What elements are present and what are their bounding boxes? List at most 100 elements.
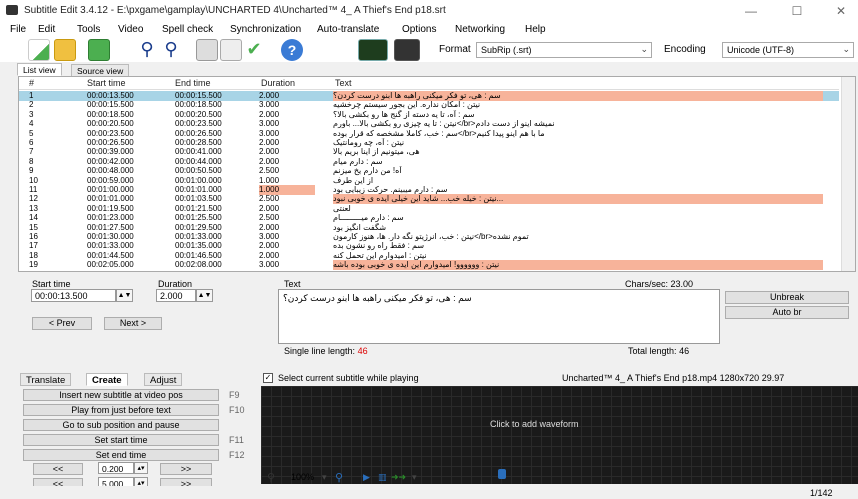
menu-edit[interactable]: Edit	[38, 24, 55, 35]
play-icon[interactable]: ▶	[363, 472, 370, 483]
start-time-input[interactable]: 00:00:13.500	[31, 289, 116, 302]
small-step-input[interactable]: 0.200	[98, 462, 134, 474]
cell-number: 7	[29, 147, 34, 157]
small-step-spinner[interactable]: ▴▾	[134, 462, 148, 474]
find-icon[interactable]: ⚲	[136, 39, 158, 61]
col-number[interactable]: #	[29, 78, 34, 88]
table-row[interactable]: 7 00:00:39.000 00:00:41.000 2.000 هی، میتونی…	[19, 147, 839, 157]
menu-video[interactable]: Video	[118, 24, 143, 35]
open-folder-icon[interactable]	[54, 39, 76, 61]
duration-spinner[interactable]: ▲▼	[196, 289, 213, 302]
select-current-checkbox[interactable]: ✓	[263, 373, 273, 383]
table-row[interactable]: 2 00:00:15.500 00:00:18.500 3.000 نیتن : امک…	[19, 100, 839, 110]
help-icon[interactable]: ?	[281, 39, 303, 61]
cell-end-time: 00:00:20.500	[175, 109, 222, 119]
table-row[interactable]: 9 00:00:48.000 00:00:50.500 2.500 آه! من دار…	[19, 166, 839, 176]
table-row[interactable]: 1 00:00:13.500 00:00:15.500 2.000 سم : هی، ت…	[19, 91, 839, 101]
table-row[interactable]: 16 00:01:30.000 00:01:33.000 3.000 تموم نشده…	[19, 232, 839, 242]
menu-options[interactable]: Options	[402, 24, 436, 35]
table-row[interactable]: 15 00:01:27.500 00:01:29.500 2.000 شگفت انگی…	[19, 223, 839, 233]
cell-end-time: 00:00:18.500	[175, 100, 222, 110]
video-icon[interactable]	[394, 39, 420, 61]
format-select[interactable]: SubRip (.srt) ⌄	[476, 42, 652, 58]
duration-input[interactable]: 2.000	[156, 289, 196, 302]
auto-br-button[interactable]: Auto br	[725, 306, 849, 319]
remove-text-icon[interactable]	[220, 39, 242, 61]
unbreak-button[interactable]: Unbreak	[725, 291, 849, 304]
table-row[interactable]: 8 00:00:42.000 00:00:44.000 2.000 سم : دارم …	[19, 157, 839, 167]
next-button[interactable]: Next >	[104, 317, 162, 330]
menu-file[interactable]: File	[10, 24, 26, 35]
tab-translate[interactable]: Translate	[20, 373, 72, 386]
col-start-time[interactable]: Start time	[87, 78, 126, 88]
shortcut-f12: F12	[229, 450, 245, 460]
status-bar	[0, 486, 858, 499]
tab-create[interactable]: Create	[86, 373, 128, 386]
play-before-text-button[interactable]: Play from just before text	[23, 404, 219, 416]
cell-duration: 2.000	[259, 156, 280, 166]
tab-adjust[interactable]: Adjust	[144, 373, 183, 386]
chevron-down-icon[interactable]: ▾	[412, 472, 417, 483]
table-row[interactable]: 19 00:02:05.000 00:02:08.000 3.000 نیتن : وو…	[19, 260, 839, 270]
go-to-sub-position-button[interactable]: Go to sub position and pause	[23, 419, 219, 431]
col-duration[interactable]: Duration	[261, 78, 295, 88]
waveform-icon[interactable]	[358, 39, 388, 61]
save-as-icon[interactable]	[113, 39, 135, 61]
maximize-button[interactable]: ☐	[782, 3, 812, 19]
prev-button[interactable]: < Prev	[32, 317, 92, 330]
single-line-length-value: 46	[357, 346, 368, 356]
zoom-level[interactable]: 100%	[291, 472, 314, 482]
grid-scrollbar[interactable]	[841, 77, 855, 271]
table-row[interactable]: 12 00:01:01.000 00:01:03.500 2.500 ...نیتن :…	[19, 194, 839, 204]
zoom-out-icon[interactable]: ⚲	[267, 471, 275, 484]
table-row[interactable]: 11 00:01:00.000 00:01:01.000 1.000 سم : دارم…	[19, 185, 839, 195]
table-row[interactable]: 14 00:01:23.000 00:01:25.500 2.500 سم : دارم…	[19, 213, 839, 223]
seek-back-small-button[interactable]: <<	[33, 463, 83, 475]
table-row[interactable]: 10 00:00:59.000 00:01:00.000 1.000 از این طر…	[19, 176, 839, 186]
cell-number: 16	[29, 232, 38, 241]
table-row[interactable]: 17 00:01:33.000 00:01:35.000 2.000 سم : فقط …	[19, 241, 839, 251]
menu-auto-translate[interactable]: Auto-translate	[317, 24, 379, 35]
menu-networking[interactable]: Networking	[455, 24, 505, 35]
table-row[interactable]: 4 00:00:20.500 00:00:23.500 3.000 نمیشه اینو…	[19, 119, 839, 129]
replace-icon[interactable]: ⚲	[160, 39, 182, 61]
waveform-panel[interactable]	[261, 386, 858, 484]
col-end-time[interactable]: End time	[175, 78, 211, 88]
tab-list-view[interactable]: List view	[17, 63, 62, 76]
menu-tools[interactable]: Tools	[77, 24, 100, 35]
start-time-spinner[interactable]: ▲▼	[116, 289, 133, 302]
chevron-down-icon[interactable]: ▾	[322, 472, 327, 483]
spell-check-icon[interactable]: ✔	[243, 39, 265, 61]
seek-forward-small-button[interactable]: >>	[160, 463, 212, 475]
cell-number: 8	[29, 156, 34, 166]
new-file-icon[interactable]	[28, 39, 50, 61]
set-start-time-button[interactable]: Set start time	[23, 434, 219, 446]
cell-text: نیتن : وووووو! امیدوارم این ایده ی خوبی …	[333, 260, 823, 270]
cell-duration: 2.000	[259, 203, 280, 213]
columns-icon[interactable]: ▥	[378, 472, 387, 483]
table-row[interactable]: 6 00:00:26.500 00:00:28.500 2.000 نیتن : آه،…	[19, 138, 839, 148]
insert-new-subtitle-button[interactable]: Insert new subtitle at video pos	[23, 389, 219, 401]
zoom-in-icon[interactable]: ⚲	[335, 471, 343, 484]
cell-number: 13	[29, 203, 38, 213]
menu-spell-check[interactable]: Spell check	[162, 24, 213, 35]
close-button[interactable]: ✕	[826, 3, 856, 19]
table-row[interactable]: 5 00:00:23.500 00:00:26.500 3.000 ما با هم ا…	[19, 129, 839, 139]
fix-errors-icon[interactable]	[196, 39, 218, 61]
encoding-select[interactable]: Unicode (UTF-8) ⌄	[722, 42, 854, 58]
save-icon[interactable]	[88, 39, 110, 61]
table-row[interactable]: 18 00:01:44.500 00:01:46.500 2.000 نیتن : ام…	[19, 251, 839, 261]
subtitle-grid[interactable]: # Start time End time Duration Text 1 00:…	[18, 76, 856, 272]
menu-synchronization[interactable]: Synchronization	[230, 24, 301, 35]
table-row[interactable]: 13 00:01:19.500 00:01:21.500 2.000 لعنتی	[19, 204, 839, 214]
col-text[interactable]: Text	[335, 78, 352, 88]
forward-arrows-icon[interactable]: ➜➜	[391, 472, 406, 483]
table-row[interactable]: 3 00:00:18.500 00:00:20.500 2.000 سم : آه، ت…	[19, 110, 839, 120]
set-end-time-button[interactable]: Set end time	[23, 449, 219, 461]
minimize-button[interactable]: —	[736, 3, 766, 19]
cell-start-time: 00:01:33.000	[87, 241, 134, 251]
menu-help[interactable]: Help	[525, 24, 546, 35]
subtitle-text-input[interactable]: سم : هی، تو فکر میکنی راهبه ها ابنو درست…	[278, 289, 720, 344]
video-position-slider[interactable]	[498, 469, 506, 479]
cell-text: شگفت انگیز بود	[333, 222, 387, 232]
